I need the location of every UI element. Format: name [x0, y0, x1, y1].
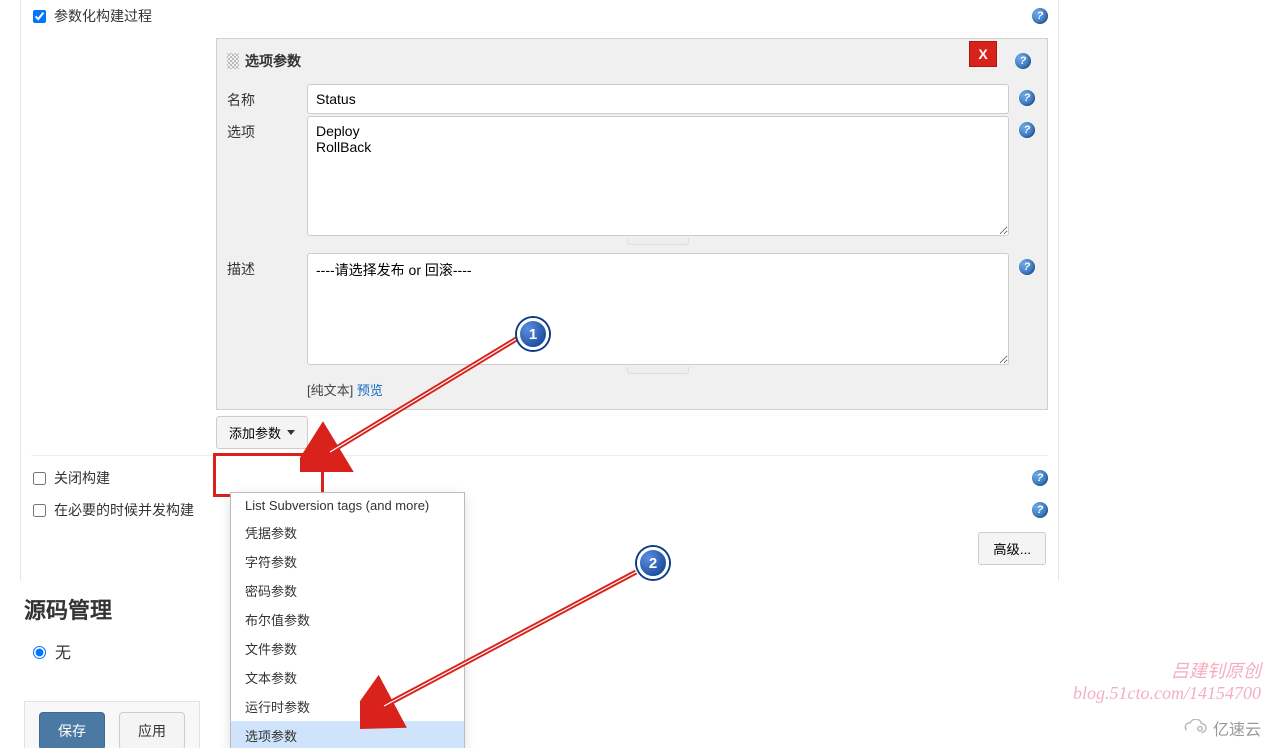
help-icon[interactable]: ? [1015, 53, 1031, 69]
config-page: 参数化构建过程 ? X 选项参数 ? 名称 ? 选项 [0, 0, 1279, 667]
advanced-row: 高级... [21, 526, 1058, 571]
resize-grip-icon[interactable] [627, 367, 689, 374]
apply-button[interactable]: 应用 [119, 712, 185, 748]
param-options-row: 选项 Deploy RollBack ? [227, 116, 1037, 251]
advanced-button[interactable]: 高级... [978, 532, 1046, 565]
action-buttons-bar: 保存 应用 [24, 701, 200, 748]
brand-watermark: 亿速云 [1179, 716, 1261, 740]
scm-none-label: 无 [55, 639, 71, 663]
param-desc-label: 描述 [227, 253, 307, 279]
dropdown-item[interactable]: List Subversion tags (and more) [231, 493, 464, 518]
parametrized-build-row: 参数化构建过程 ? [21, 0, 1058, 32]
param-options-label: 选项 [227, 116, 307, 142]
save-button[interactable]: 保存 [39, 712, 105, 748]
parametrized-build-checkbox[interactable] [33, 10, 46, 23]
dropdown-item[interactable]: 文本参数 [231, 663, 464, 692]
cloud-icon [1179, 719, 1209, 737]
help-icon[interactable]: ? [1019, 90, 1035, 106]
param-box-header: 选项参数 ? [227, 47, 1037, 82]
help-icon[interactable]: ? [1032, 8, 1048, 24]
dropdown-item[interactable]: 选项参数 [231, 721, 464, 748]
add-param-label: 添加参数 [229, 423, 281, 442]
watermark-line2: blog.51cto.com/14154700 [1073, 683, 1261, 704]
dropdown-item[interactable]: 文件参数 [231, 634, 464, 663]
param-desc-textarea[interactable]: ----请选择发布 or 回滚---- [307, 253, 1009, 365]
help-icon[interactable]: ? [1019, 259, 1035, 275]
scm-none-radio[interactable] [33, 646, 46, 659]
desc-preview-link[interactable]: 预览 [357, 383, 383, 398]
chevron-down-icon [287, 430, 295, 435]
disable-build-label: 关闭构建 [54, 468, 110, 488]
param-options-textarea[interactable]: Deploy RollBack [307, 116, 1009, 236]
help-icon[interactable]: ? [1032, 502, 1048, 518]
param-desc-row: 描述 ----请选择发布 or 回滚---- [纯文本] 预览 ? [227, 253, 1037, 399]
concurrent-build-checkbox[interactable] [33, 504, 46, 517]
scm-section-title: 源码管理 [24, 593, 1059, 625]
param-box-title: 选项参数 [245, 51, 301, 71]
dropdown-item[interactable]: 凭据参数 [231, 518, 464, 547]
dropdown-item[interactable]: 布尔值参数 [231, 605, 464, 634]
dropdown-item[interactable]: 字符参数 [231, 547, 464, 576]
divider [31, 455, 1048, 456]
param-name-row: 名称 ? [227, 84, 1037, 114]
param-name-input[interactable] [307, 84, 1009, 114]
dropdown-item[interactable]: 密码参数 [231, 576, 464, 605]
add-param-button[interactable]: 添加参数 [216, 416, 308, 449]
concurrent-build-label: 在必要的时候并发构建 [54, 500, 194, 520]
desc-plain-text-label: [纯文本] [307, 383, 353, 398]
parametrized-build-label: 参数化构建过程 [54, 6, 152, 26]
help-icon[interactable]: ? [1032, 470, 1048, 486]
disable-build-checkbox[interactable] [33, 472, 46, 485]
scm-none-row: 无 [28, 635, 1059, 667]
drag-handle-icon[interactable] [227, 53, 239, 69]
general-config-block: 参数化构建过程 ? X 选项参数 ? 名称 ? 选项 [20, 0, 1059, 581]
add-param-dropdown: List Subversion tags (and more)凭据参数字符参数密… [230, 492, 465, 748]
help-icon[interactable]: ? [1019, 122, 1035, 138]
concurrent-build-row: 在必要的时候并发构建 ? [21, 494, 1058, 526]
disable-build-row: 关闭构建 ? [21, 462, 1058, 494]
dropdown-item[interactable]: 运行时参数 [231, 692, 464, 721]
resize-grip-icon[interactable] [627, 238, 689, 245]
param-name-label: 名称 [227, 84, 307, 110]
desc-footer: [纯文本] 预览 [307, 380, 1009, 399]
add-param-row: 添加参数 [216, 416, 1058, 449]
brand-watermark-text: 亿速云 [1213, 716, 1261, 740]
choice-param-box: X 选项参数 ? 名称 ? 选项 Deploy RollBack [216, 38, 1048, 410]
